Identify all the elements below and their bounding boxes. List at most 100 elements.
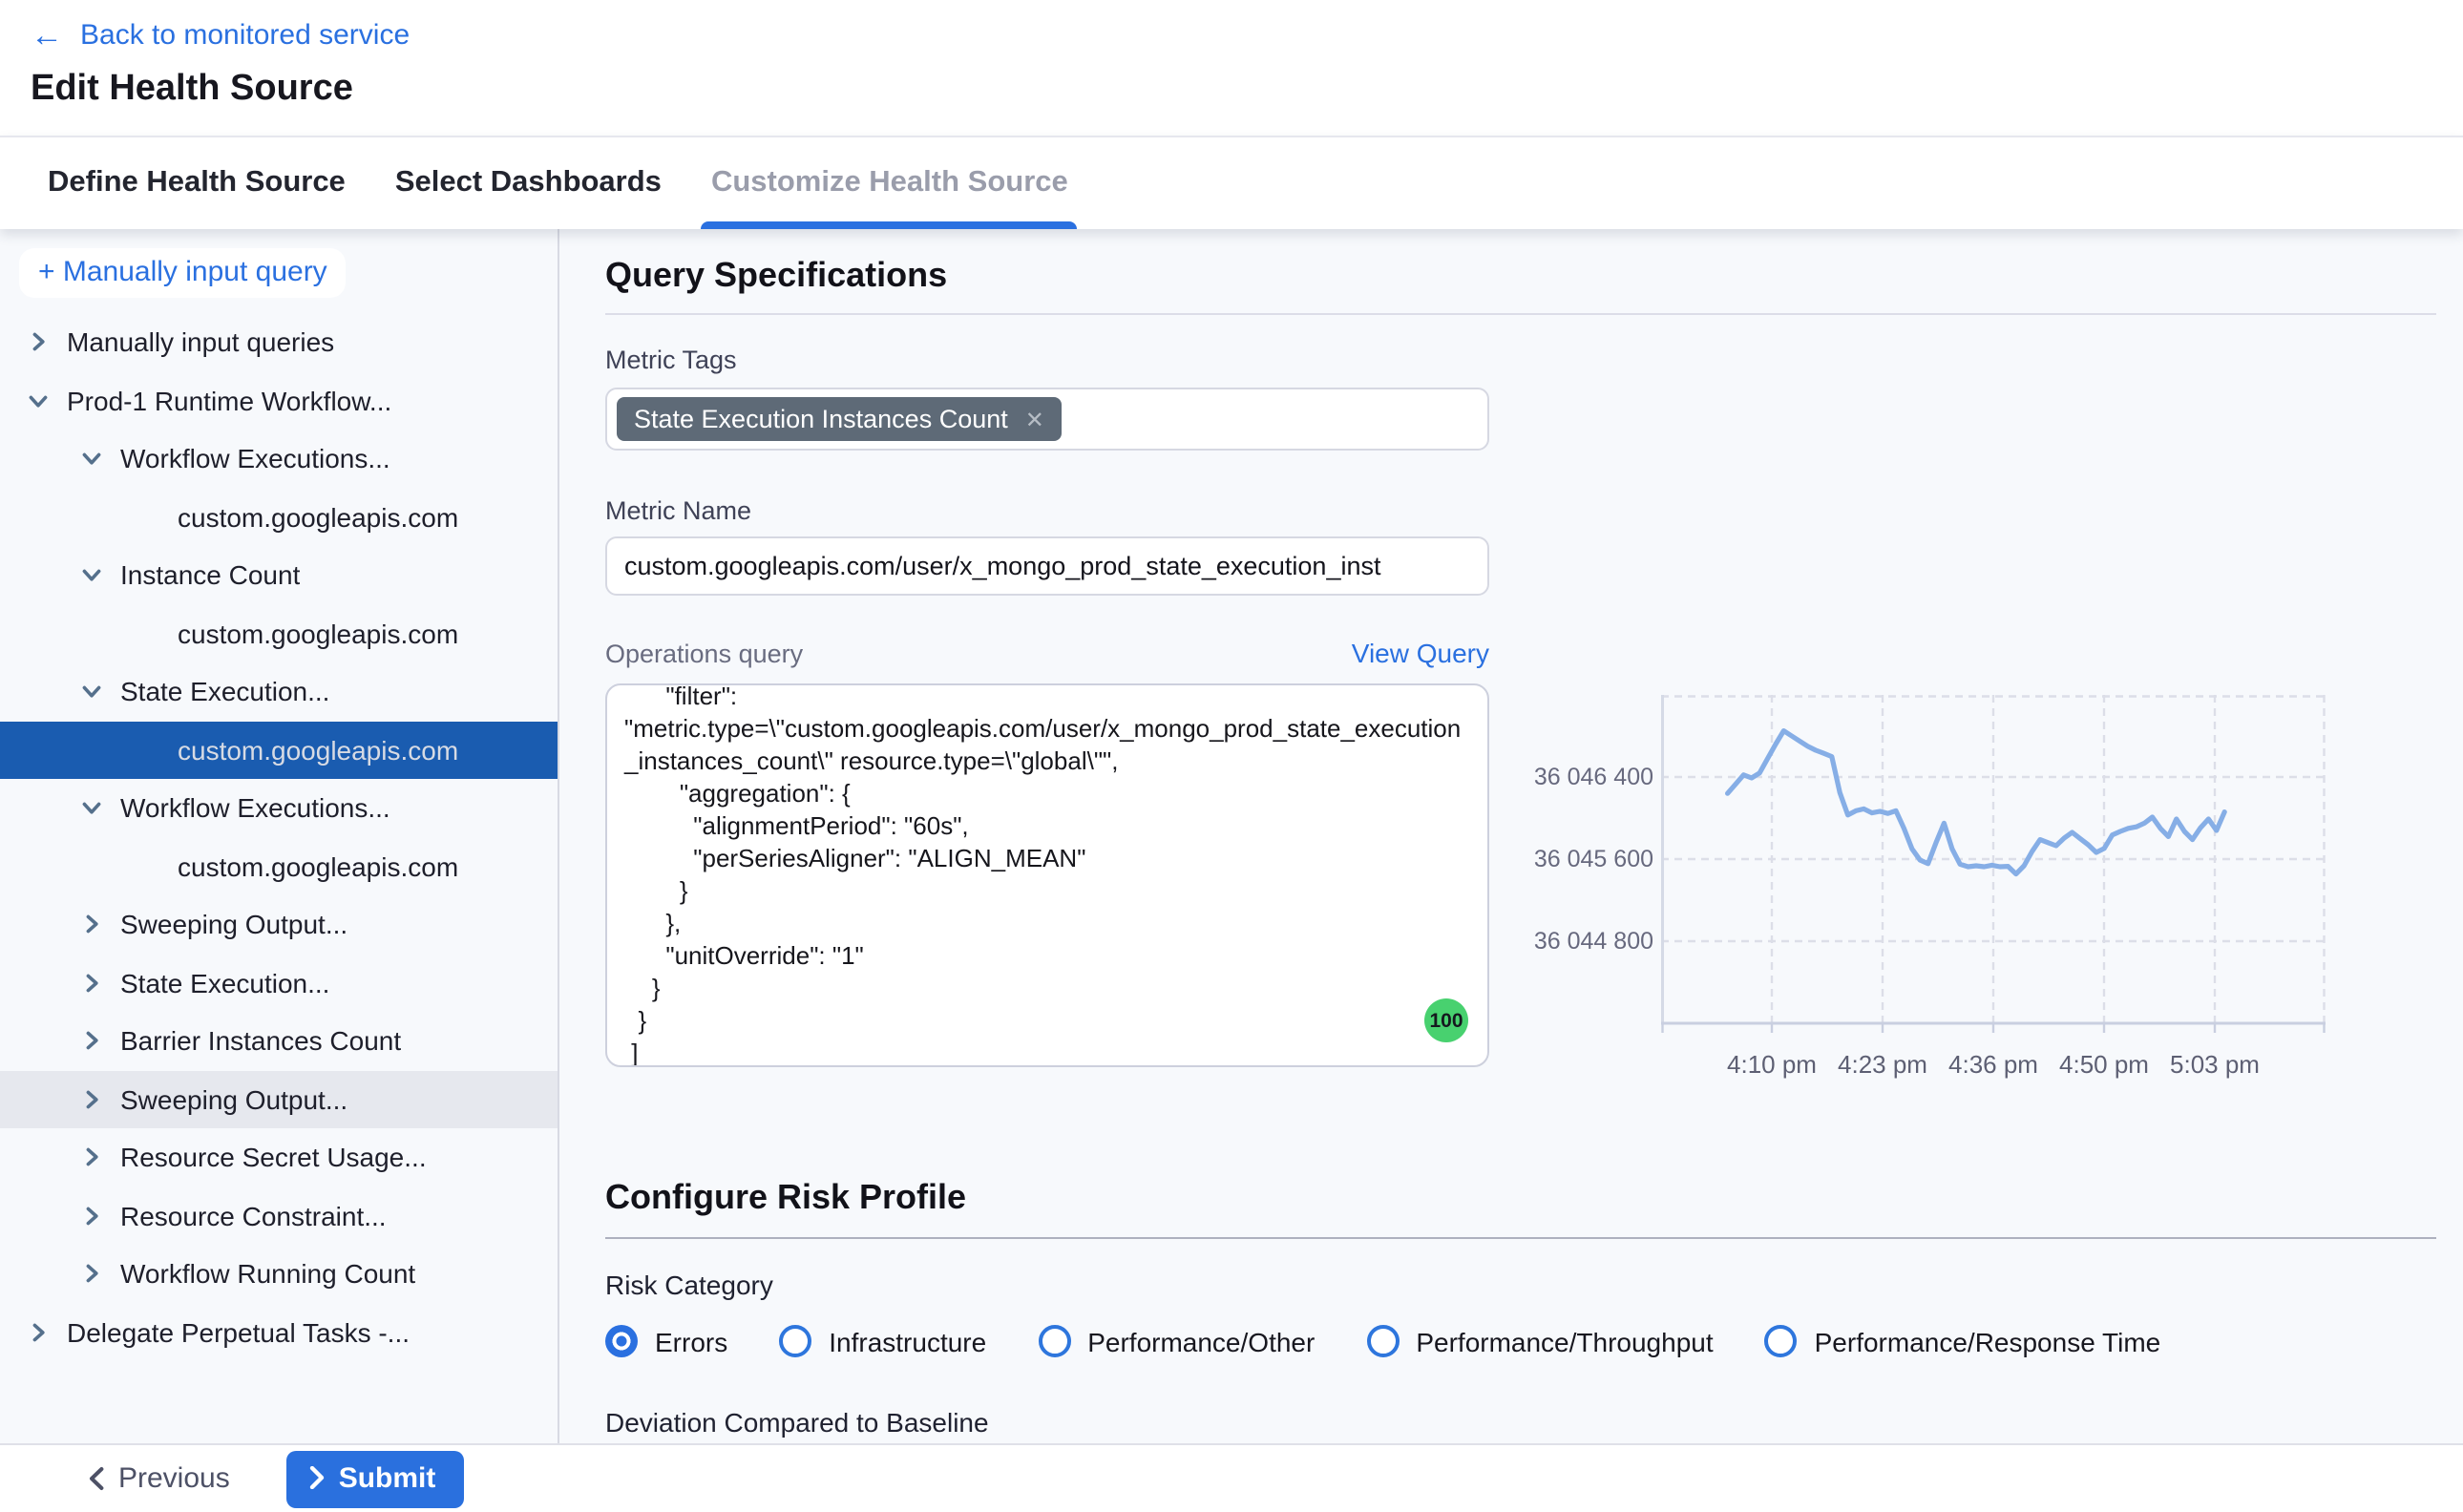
radio-label: Performance/Other xyxy=(1087,1326,1315,1356)
back-link-label: Back to monitored service xyxy=(80,19,410,52)
chevron-right-icon[interactable] xyxy=(80,1205,103,1228)
configure-risk-profile-heading: Configure Risk Profile xyxy=(605,1178,2436,1218)
tree-item-label: Delegate Perpetual Tasks -... xyxy=(67,1317,410,1348)
add-manual-query-button[interactable]: + Manually input query xyxy=(19,248,347,298)
query-specifications-heading: Query Specifications xyxy=(605,256,2436,296)
chevron-down-icon[interactable] xyxy=(80,448,103,471)
tree-item-label: Instance Count xyxy=(120,560,300,591)
y-axis-tick-label: 36 045 600 xyxy=(1534,846,1653,872)
query-score-badge: 100 xyxy=(1424,998,1468,1042)
tree-item[interactable]: Sweeping Output... xyxy=(0,895,558,954)
tab-select-dashboards[interactable]: Select Dashboards xyxy=(395,137,662,229)
tree-item[interactable]: Resource Constraint... xyxy=(0,1186,558,1245)
tree-item-label: Resource Constraint... xyxy=(120,1201,387,1231)
tree-item[interactable]: Prod-1 Runtime Workflow... xyxy=(0,371,558,430)
radio-label: Performance/Response Time xyxy=(1815,1326,2161,1356)
chart-y-axis-labels: 36 046 40036 045 60036 044 800 xyxy=(1527,695,1653,1023)
submit-button[interactable]: Submit xyxy=(287,1450,465,1507)
x-axis-tick-label: 4:50 pm xyxy=(2059,1050,2149,1079)
heading-divider xyxy=(605,313,2436,315)
chevron-right-icon[interactable] xyxy=(80,1263,103,1286)
radio-selected-icon[interactable] xyxy=(605,1325,638,1357)
tab-customize-health-source[interactable]: Customize Health Source xyxy=(711,137,1068,229)
radio-label: Errors xyxy=(655,1326,727,1356)
view-query-link[interactable]: View Query xyxy=(1352,638,1489,668)
x-axis-tick-label: 4:36 pm xyxy=(1948,1050,2038,1079)
tree-item[interactable]: State Execution... xyxy=(0,954,558,1012)
tree-item[interactable]: Workflow Executions... xyxy=(0,779,558,837)
risk-radio-infrastructure[interactable]: Infrastructure xyxy=(779,1325,986,1357)
chevron-down-icon[interactable] xyxy=(27,389,50,412)
main-panel: Query Specifications Metric Tags State E… xyxy=(559,229,2463,1443)
chevron-right-icon[interactable] xyxy=(80,1146,103,1169)
radio-unselected-icon[interactable] xyxy=(779,1325,811,1357)
operations-query-text: "filter": "metric.type=\"custom.googleap… xyxy=(607,683,1487,1067)
metric-name-input[interactable] xyxy=(605,536,1489,596)
tree-item[interactable]: Manually input queries xyxy=(0,313,558,371)
radio-unselected-icon[interactable] xyxy=(1765,1325,1798,1357)
query-sidebar: + Manually input query Manually input qu… xyxy=(0,229,559,1443)
operations-row: Operations query View Query "filter": "m… xyxy=(605,638,2436,1067)
tab-define-health-source[interactable]: Define Health Source xyxy=(48,137,346,229)
tree-item-label: Prod-1 Runtime Workflow... xyxy=(67,386,391,416)
chevron-down-icon[interactable] xyxy=(80,681,103,704)
tree-item[interactable]: Workflow Executions... xyxy=(0,430,558,488)
tree-item-label: State Execution... xyxy=(120,677,329,707)
wizard-footer: Previous Submit xyxy=(0,1443,2463,1512)
x-axis-tick-label: 4:10 pm xyxy=(1727,1050,1817,1079)
tree-item[interactable]: Barrier Instances Count xyxy=(0,1012,558,1070)
tree-item-label: Workflow Running Count xyxy=(120,1259,415,1290)
tree-item-label: Sweeping Output... xyxy=(120,910,347,940)
tree-item-selected[interactable]: custom.googleapis.com xyxy=(0,721,558,779)
risk-radio-performance-throughput[interactable]: Performance/Throughput xyxy=(1366,1325,1713,1357)
chevron-down-icon[interactable] xyxy=(80,797,103,820)
radio-unselected-icon[interactable] xyxy=(1038,1325,1070,1357)
page-title: Edit Health Source xyxy=(31,69,2432,111)
previous-button[interactable]: Previous xyxy=(88,1462,230,1495)
operations-column: Operations query View Query "filter": "m… xyxy=(605,638,1489,1067)
deviation-label: Deviation Compared to Baseline xyxy=(605,1407,2436,1438)
tree-item[interactable]: Delegate Perpetual Tasks -... xyxy=(0,1303,558,1361)
chart-plot-area: 4:10 pm4:23 pm4:36 pm4:50 pm5:03 pm xyxy=(1661,695,2326,1023)
tree-item[interactable]: Sweeping Output... xyxy=(0,1070,558,1128)
x-axis-tick-label: 4:23 pm xyxy=(1838,1050,1927,1079)
tree-item[interactable]: State Execution... xyxy=(0,662,558,721)
metric-tag-chip-label: State Execution Instances Count xyxy=(634,405,1008,433)
risk-category-radio-group: Errors Infrastructure Performance/Other Per… xyxy=(605,1325,2436,1357)
tree-item[interactable]: custom.googleapis.com xyxy=(0,488,558,546)
tree-item[interactable]: Resource Secret Usage... xyxy=(0,1128,558,1186)
tree-item-label: State Execution... xyxy=(120,968,329,998)
tree-item[interactable]: Workflow Running Count xyxy=(0,1245,558,1303)
content-area: + Manually input query Manually input qu… xyxy=(0,229,2463,1443)
metric-tags-input[interactable]: State Execution Instances Count ✕ xyxy=(605,388,1489,451)
risk-heading-divider xyxy=(605,1237,2436,1239)
page-header: ← Back to monitored service Edit Health … xyxy=(0,0,2463,136)
tree-item-label: Barrier Instances Count xyxy=(120,1026,401,1057)
metric-tag-chip[interactable]: State Execution Instances Count ✕ xyxy=(617,397,1062,441)
query-tree: Manually input queries Prod-1 Runtime Wor… xyxy=(0,313,558,1361)
chevron-right-icon[interactable] xyxy=(27,1321,50,1344)
chevron-right-icon[interactable] xyxy=(80,914,103,936)
chevron-right-icon[interactable] xyxy=(80,972,103,995)
risk-radio-performance-response-time[interactable]: Performance/Response Time xyxy=(1765,1325,2161,1357)
risk-radio-errors[interactable]: Errors xyxy=(605,1325,727,1357)
back-link[interactable]: ← Back to monitored service xyxy=(31,19,410,52)
risk-category-label: Risk Category xyxy=(605,1270,2436,1300)
chevron-right-icon[interactable] xyxy=(80,1030,103,1053)
radio-unselected-icon[interactable] xyxy=(1366,1325,1399,1357)
radio-label: Performance/Throughput xyxy=(1416,1326,1713,1356)
tree-item-label: Manually input queries xyxy=(67,327,334,358)
risk-radio-performance-other[interactable]: Performance/Other xyxy=(1038,1325,1315,1357)
edit-health-source-page: ← Back to monitored service Edit Health … xyxy=(0,0,2463,1512)
chevron-right-icon[interactable] xyxy=(80,1088,103,1111)
chevron-down-icon[interactable] xyxy=(80,564,103,587)
tree-item[interactable]: custom.googleapis.com xyxy=(0,604,558,662)
metric-preview-chart: 36 046 40036 045 60036 044 800 4:10 pm4:… xyxy=(1527,695,2326,1023)
tree-item[interactable]: custom.googleapis.com xyxy=(0,837,558,895)
remove-tag-icon[interactable]: ✕ xyxy=(1025,408,1044,430)
chevron-right-icon[interactable] xyxy=(27,331,50,354)
chart-line-series xyxy=(1728,731,2225,874)
tree-item[interactable]: Instance Count xyxy=(0,546,558,604)
y-axis-tick-label: 36 046 400 xyxy=(1534,764,1653,790)
operations-query-textarea[interactable]: "filter": "metric.type=\"custom.googleap… xyxy=(605,683,1489,1067)
